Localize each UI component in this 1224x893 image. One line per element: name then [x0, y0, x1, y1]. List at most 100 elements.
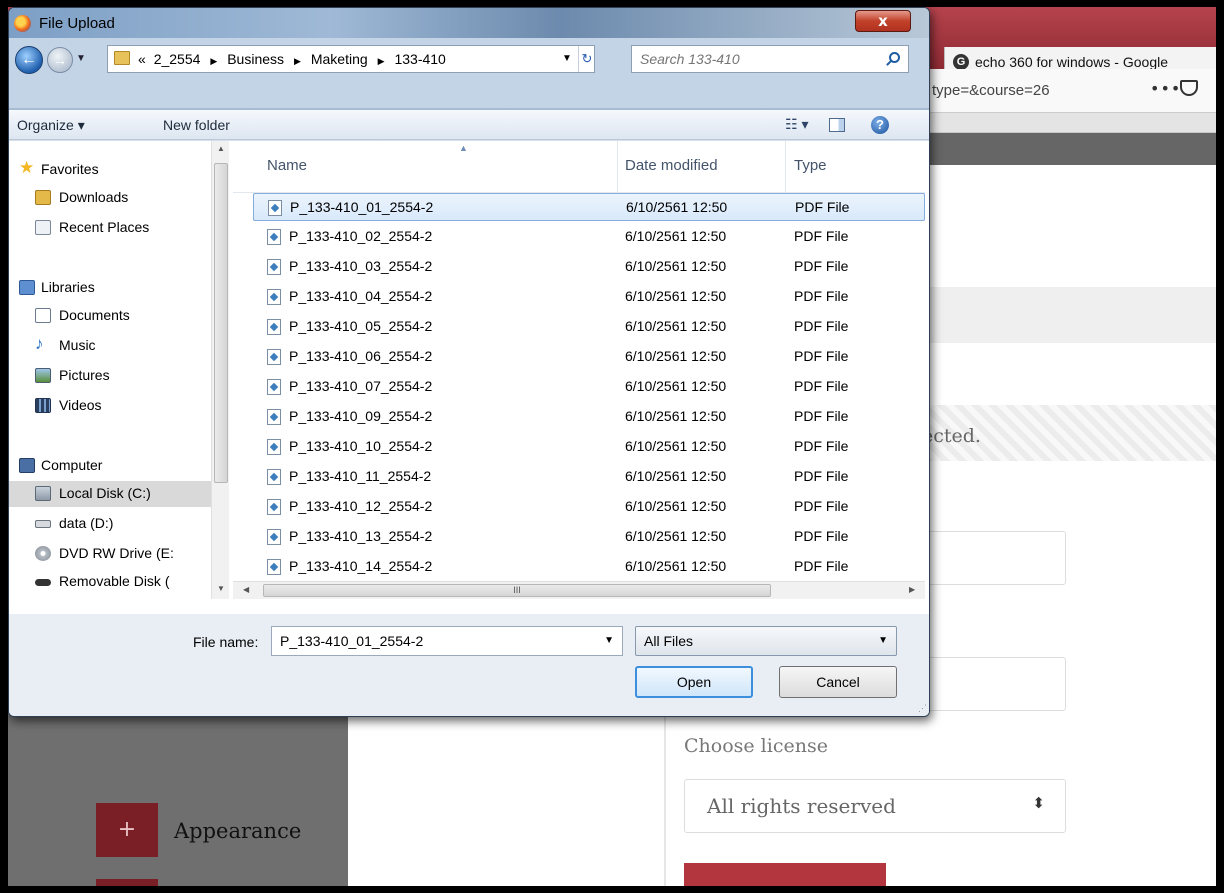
- file-row[interactable]: P_133-410_02_2554-2 6/10/2561 12:50 PDF Fi…: [253, 223, 925, 251]
- expand-next-section-button[interactable]: [96, 879, 158, 886]
- file-row[interactable]: P_133-410_04_2554-2 6/10/2561 12:50 PDF Fi…: [253, 283, 925, 311]
- file-date-modified: 6/10/2561 12:50: [625, 288, 727, 304]
- sidebar-item-pictures[interactable]: Pictures: [9, 363, 211, 389]
- preview-pane-icon[interactable]: [829, 118, 845, 132]
- scrollbar-thumb[interactable]: [214, 163, 228, 483]
- back-button[interactable]: ←: [15, 46, 43, 74]
- firefox-icon: [14, 15, 31, 32]
- breadcrumb-item[interactable]: 133-410: [394, 51, 445, 67]
- file-row[interactable]: P_133-410_05_2554-2 6/10/2561 12:50 PDF Fi…: [253, 313, 925, 341]
- sidebar-item-music[interactable]: ♪ Music: [9, 333, 211, 359]
- file-name: P_133-410_05_2554-2: [289, 318, 433, 334]
- file-date-modified: 6/10/2561 12:50: [625, 498, 727, 514]
- file-type-select[interactable]: All Files ▼: [635, 626, 897, 656]
- file-row[interactable]: P_133-410_09_2554-2 6/10/2561 12:50 PDF Fi…: [253, 403, 925, 431]
- file-type: PDF File: [794, 348, 849, 364]
- scrollbar-thumb[interactable]: III: [263, 584, 771, 597]
- chevron-down-icon[interactable]: ▼: [604, 635, 614, 646]
- file-name: P_133-410_14_2554-2: [289, 558, 433, 574]
- horizontal-scrollbar[interactable]: ◀ III ▶: [233, 581, 925, 599]
- scroll-left-icon[interactable]: ◀: [243, 585, 249, 594]
- cancel-button[interactable]: Cancel: [779, 666, 897, 698]
- sidebar-item-libraries[interactable]: Libraries: [9, 275, 211, 301]
- url-text[interactable]: type=&course=26: [932, 82, 1050, 99]
- scroll-down-icon[interactable]: ▼: [217, 584, 225, 593]
- sidebar-item-dvd-drive[interactable]: DVD RW Drive (E:: [9, 541, 211, 567]
- chevron-right-icon[interactable]: ▶: [378, 56, 385, 66]
- file-row[interactable]: P_133-410_01_2554-2 6/10/2561 12:50 PDF Fi…: [253, 193, 925, 221]
- resize-grip-icon[interactable]: ⋰: [918, 703, 927, 714]
- navigation-pane: ★ Favorites Downloads Recent Places Libr…: [9, 141, 211, 599]
- column-divider[interactable]: [785, 141, 786, 193]
- scroll-up-icon[interactable]: ▲: [217, 144, 225, 153]
- chevron-down-icon: ▼: [878, 635, 888, 646]
- file-list-header: ▲ Name Date modified Type: [233, 141, 925, 193]
- file-date-modified: 6/10/2561 12:50: [625, 408, 727, 424]
- help-icon[interactable]: ?: [871, 116, 889, 134]
- file-name-combobox[interactable]: ▼: [271, 626, 623, 656]
- breadcrumb-item[interactable]: Business: [227, 51, 284, 67]
- pdf-file-icon: [267, 439, 281, 455]
- license-select[interactable]: All rights reserved ⬍: [684, 779, 1066, 833]
- refresh-icon[interactable]: ↻: [578, 46, 595, 72]
- breadcrumb-item[interactable]: 2_2554: [154, 51, 201, 67]
- sidebar-item-label: Documents: [59, 307, 130, 323]
- expand-appearance-button[interactable]: +: [96, 803, 158, 857]
- file-row[interactable]: P_133-410_03_2554-2 6/10/2561 12:50 PDF Fi…: [253, 253, 925, 281]
- close-button[interactable]: x: [855, 10, 911, 32]
- dialog-title-bar[interactable]: File Upload x: [9, 8, 929, 38]
- file-row[interactable]: P_133-410_12_2554-2 6/10/2561 12:50 PDF Fi…: [253, 493, 925, 521]
- navigation-pane-scrollbar[interactable]: ▲ ▼: [211, 141, 229, 599]
- chevron-right-icon[interactable]: ▶: [294, 56, 301, 66]
- column-divider[interactable]: [617, 141, 618, 193]
- appearance-label[interactable]: Appearance: [174, 819, 301, 843]
- open-button[interactable]: Open: [635, 666, 753, 698]
- pocket-icon[interactable]: [1180, 80, 1198, 96]
- file-type: PDF File: [794, 438, 849, 454]
- search-input[interactable]: [640, 51, 860, 67]
- sidebar-item-recent-places[interactable]: Recent Places: [9, 215, 211, 241]
- file-row[interactable]: P_133-410_06_2554-2 6/10/2561 12:50 PDF Fi…: [253, 343, 925, 371]
- organize-button[interactable]: Organize ▾: [17, 117, 85, 134]
- file-row[interactable]: P_133-410_13_2554-2 6/10/2561 12:50 PDF Fi…: [253, 523, 925, 551]
- column-header-date-modified[interactable]: Date modified: [625, 157, 718, 174]
- chevron-right-icon[interactable]: ▶: [210, 56, 217, 66]
- sidebar-item-removable-disk[interactable]: Removable Disk (: [9, 569, 211, 595]
- file-row[interactable]: P_133-410_14_2554-2 6/10/2561 12:50 PDF Fi…: [253, 553, 925, 581]
- sidebar-item-documents[interactable]: Documents: [9, 303, 211, 329]
- file-name-input[interactable]: [280, 633, 580, 649]
- sidebar-item-computer[interactable]: Computer: [9, 453, 211, 479]
- recent-pages-dropdown-icon[interactable]: ▼: [76, 53, 86, 64]
- file-name: P_133-410_06_2554-2: [289, 348, 433, 364]
- address-bar[interactable]: « 2_2554 ▶ Business ▶ Maketing ▶ 133-410 ▼ …: [107, 45, 595, 73]
- scroll-right-icon[interactable]: ▶: [909, 585, 915, 594]
- sidebar-item-downloads[interactable]: Downloads: [9, 185, 211, 211]
- breadcrumb-overflow[interactable]: «: [138, 51, 146, 67]
- file-list: ▲ Name Date modified Type P_133-410_01_2…: [233, 141, 925, 599]
- file-type: PDF File: [794, 228, 849, 244]
- star-icon: ★: [19, 158, 35, 177]
- file-row[interactable]: P_133-410_07_2554-2 6/10/2561 12:50 PDF Fi…: [253, 373, 925, 401]
- local-disk-icon: [35, 486, 51, 501]
- videos-icon: [35, 398, 51, 413]
- file-type: PDF File: [795, 199, 850, 215]
- sidebar-item-local-disk-c[interactable]: Local Disk (C:): [9, 481, 211, 507]
- search-icon[interactable]: [889, 52, 900, 63]
- sidebar-item-videos[interactable]: Videos: [9, 393, 211, 419]
- file-row[interactable]: P_133-410_10_2554-2 6/10/2561 12:50 PDF Fi…: [253, 433, 925, 461]
- sidebar-item-data-d[interactable]: data (D:): [9, 511, 211, 537]
- column-header-type[interactable]: Type: [794, 157, 827, 174]
- search-box[interactable]: [631, 45, 909, 73]
- file-row[interactable]: P_133-410_11_2554-2 6/10/2561 12:50 PDF Fi…: [253, 463, 925, 491]
- address-dropdown-icon[interactable]: ▼: [562, 53, 572, 64]
- forward-button[interactable]: →: [47, 47, 73, 73]
- breadcrumb-item[interactable]: Maketing: [311, 51, 368, 67]
- new-folder-button[interactable]: New folder: [163, 117, 230, 133]
- column-header-name[interactable]: Name: [267, 157, 307, 174]
- file-type: PDF File: [794, 408, 849, 424]
- change-view-icon[interactable]: ☷ ▾: [785, 116, 808, 133]
- select-arrows-icon: ⬍: [1032, 794, 1045, 812]
- more-options-icon[interactable]: •••: [1150, 79, 1181, 98]
- sidebar-item-favorites[interactable]: ★ Favorites: [9, 157, 211, 183]
- upload-button[interactable]: [684, 863, 886, 886]
